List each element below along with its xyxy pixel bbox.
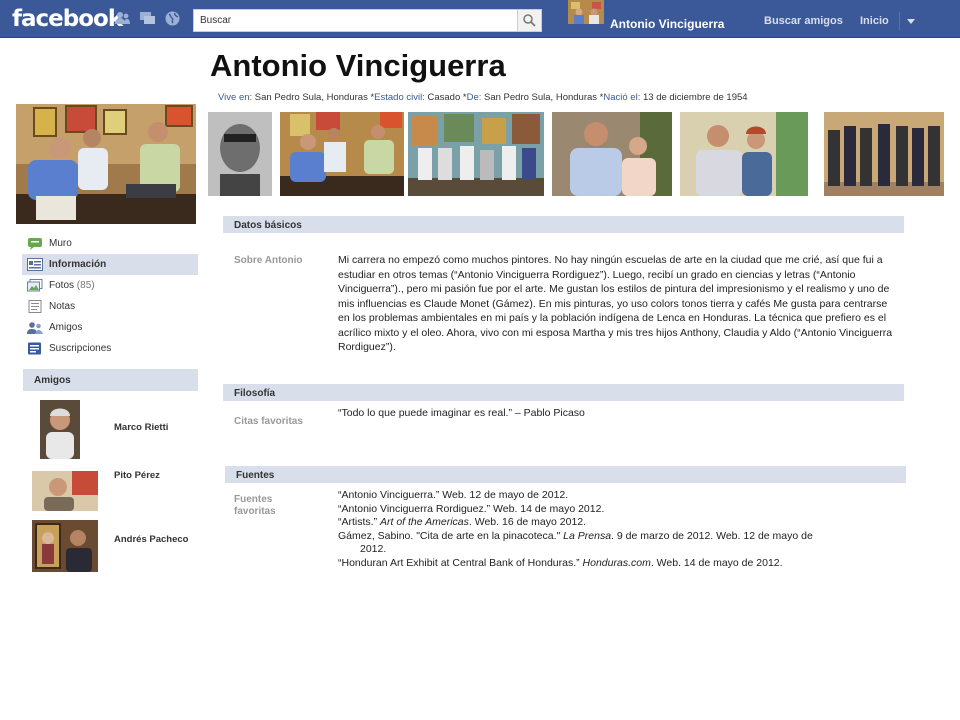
source-item: “Honduran Art Exhibit at Central Bank of… [338,556,783,569]
nav-item-friends[interactable]: Amigos [22,317,198,338]
search-input[interactable]: Buscar [193,9,542,32]
about-label: Sobre Antonio [234,255,303,266]
top-bar: facebook Buscar Antonio Vinciguerra Busc… [0,0,960,38]
messages-icon[interactable] [140,11,155,26]
friends-icon [27,322,43,334]
nav-item-photos[interactable]: Fotos (85) [22,275,198,296]
wall-icon [28,238,42,250]
photo-strip-6[interactable] [824,112,944,196]
source-item: Gámez, Sabino. "Cita de arte en la pinac… [338,529,813,542]
user-name-link[interactable]: Antonio Vinciguerra [610,17,724,31]
friend-requests-icon[interactable] [115,11,130,26]
find-friends-link[interactable]: Buscar amigos [764,15,843,27]
favorite-quote: “Todo lo que puede imaginar es real.” – … [338,407,585,419]
nav-item-subscriptions[interactable]: Suscripciones [22,338,198,359]
home-link[interactable]: Inicio [860,15,889,27]
account-menu-caret-icon[interactable] [907,19,915,24]
friend-avatar-1[interactable] [40,400,80,459]
friend-name-3[interactable]: Andrés Pacheco [114,534,188,545]
source-item: “Artists.” Art of the Americas. Web. 16 … [338,516,587,528]
photo-strip-2[interactable] [280,112,404,196]
source-item-continued: 2012. [360,543,387,555]
nav-item-info[interactable]: Información [22,254,198,275]
profile-picture[interactable] [16,104,196,224]
profile-info-line: Vive en: San Pedro Sula, Honduras *Estad… [218,92,748,103]
photos-icon [27,279,43,292]
photo-strip-3[interactable] [408,112,544,196]
favorite-sources-label: Fuentes favoritas [234,494,276,517]
about-text: Mi carrera no empezó como muchos pintore… [338,254,893,353]
friend-name-1[interactable]: Marco Rietti [114,422,168,433]
photo-strip-4[interactable] [552,112,672,196]
friend-name-2[interactable]: Pito Pérez [114,470,160,481]
friend-avatar-2[interactable] [32,471,98,511]
facebook-logo[interactable]: facebook [12,6,123,32]
photo-strip-1[interactable] [208,112,272,196]
photo-strip-5[interactable] [680,112,808,196]
top-avatar[interactable] [568,0,604,24]
notifications-globe-icon[interactable] [165,11,180,26]
nav-item-notes[interactable]: Notas [22,296,198,317]
subscriptions-icon [28,342,41,355]
search-button[interactable] [517,10,541,31]
source-item: “Antonio Vinciguerra.” Web. 12 de mayo d… [338,489,569,501]
source-item: “Antonio Vinciguerra Rordiguez.” Web. 14… [338,502,605,515]
profile-name: Antonio Vinciguerra [210,48,506,83]
notes-icon [28,300,42,313]
profile-nav: Muro Información Fotos (85) Notas Amigos… [22,233,198,359]
friend-avatar-3[interactable] [32,520,98,572]
basic-info-header: Datos básicos [223,216,904,233]
philosophy-header: Filosofía [223,384,904,401]
favorite-quotes-label: Citas favoritas [234,416,303,427]
search-icon [523,14,536,27]
info-icon [27,258,43,271]
sources-list: “Antonio Vinciguerra.” Web. 12 de mayo d… [338,489,898,570]
nav-item-wall[interactable]: Muro [22,233,198,254]
divider [899,12,900,30]
friends-box-title[interactable]: Amigos [23,369,198,391]
sources-header: Fuentes [225,466,906,483]
